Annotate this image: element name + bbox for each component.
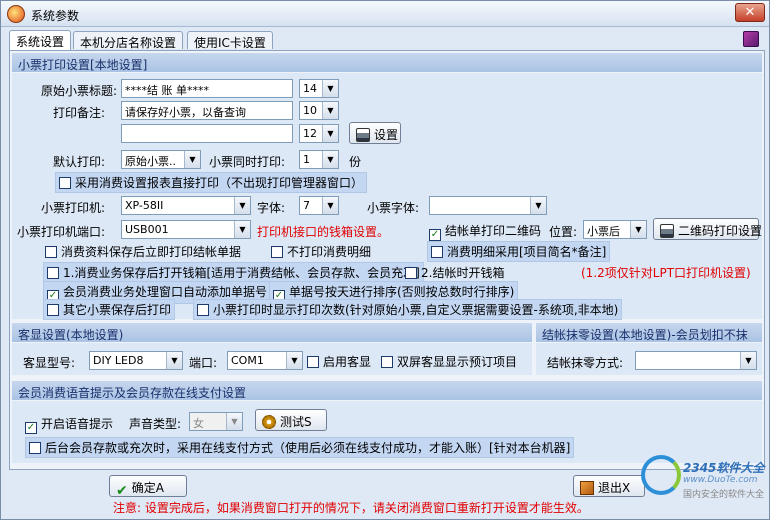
- detail-format-checkbox[interactable]: 消费明细采用[项目简名*备注]: [427, 241, 611, 262]
- printer-icon: [356, 128, 370, 142]
- default-print-select[interactable]: 原始小票.. ▼: [121, 150, 201, 169]
- remark-size-select[interactable]: 10 ▼: [299, 101, 339, 120]
- copies-select[interactable]: 1 ▼: [299, 150, 339, 169]
- app-icon: [7, 5, 25, 23]
- test-button[interactable]: 测试S: [255, 409, 327, 431]
- printer-label: 小票打印机:: [41, 201, 106, 215]
- logo-ring-icon: [641, 455, 681, 495]
- extra-line-size-select[interactable]: 12 ▼: [299, 124, 339, 143]
- other-print-checkbox[interactable]: 其它小票保存后打印: [43, 299, 176, 320]
- ok-button[interactable]: ✔ 确定A: [109, 475, 187, 499]
- rounding-section-header: 结帐抹零设置(本地设置)-会员划扣不抹零: [536, 323, 762, 359]
- dual-display-checkbox[interactable]: 双屏客显显示预订项目: [381, 353, 517, 370]
- original-title-label: 原始小票标题:: [41, 84, 118, 98]
- port-hint: 打印机接口的钱箱设置。: [257, 225, 390, 239]
- qr-position-select[interactable]: 小票后 ▼: [583, 220, 647, 239]
- display-model-select[interactable]: DIY LED8 ▼: [89, 351, 183, 370]
- tab-branch-name[interactable]: 本机分店名称设置: [73, 31, 184, 50]
- check-icon: ✔: [116, 483, 128, 499]
- use-report-settings-checkbox[interactable]: 采用消费设置报表直接打印（不出现打印管理器窗口）: [55, 172, 368, 193]
- original-title-size-select[interactable]: 14 ▼: [299, 79, 339, 98]
- no-detail-checkbox[interactable]: 不打印消费明细: [271, 243, 371, 260]
- open-drawer-checkbox[interactable]: 1.消费业务保存后打开钱箱[适用于消费结帐、会员存款、会员充次]: [43, 262, 424, 283]
- window-title: 系统参数: [31, 9, 80, 23]
- remark-label: 打印备注:: [53, 106, 106, 120]
- lpt-note: (1.2项仅针对LPT口打印机设置): [581, 266, 751, 280]
- display-section-header: 客显设置(本地设置): [12, 323, 532, 342]
- title-bar[interactable]: 系统参数 ✕: [1, 1, 769, 27]
- font-size-select[interactable]: 7 ▼: [299, 196, 339, 215]
- copies-label: 小票同时打印:: [209, 155, 286, 169]
- help-book-icon[interactable]: [743, 31, 759, 47]
- default-print-label: 默认打印:: [53, 155, 106, 169]
- original-title-input[interactable]: ****结 账 单****: [121, 79, 293, 98]
- tab-system-settings[interactable]: 系统设置: [9, 30, 72, 50]
- gear-icon: [262, 415, 276, 429]
- print-count-checkbox[interactable]: 小票打印时显示打印次数(针对原始小票,自定义票据需要设置-系统项,非本地): [193, 299, 623, 320]
- receipt-font-select[interactable]: ▼: [429, 196, 547, 215]
- settings-notice: 注意: 设置完成后，如果消费窗口打开的情况下，请关闭消费窗口重新打开设置才能生效…: [113, 501, 589, 515]
- copies-unit: 份: [349, 155, 362, 169]
- font-size-label: 字体:: [257, 201, 286, 215]
- printer-icon: [660, 224, 674, 238]
- display-port-select[interactable]: COM1 ▼: [227, 351, 303, 370]
- close-button[interactable]: ✕: [735, 3, 765, 22]
- receipt-section-header: 小票打印设置[本地设置]: [12, 53, 762, 72]
- rounding-mode-select[interactable]: ▼: [635, 351, 757, 370]
- rounding-mode-label: 结帐抹零方式:: [547, 356, 624, 370]
- open-drawer-2-checkbox[interactable]: 2.结帐时开钱箱: [405, 264, 504, 281]
- display-model-label: 客显型号:: [23, 356, 76, 370]
- receipt-font-label: 小票字体:: [367, 201, 420, 215]
- exit-button[interactable]: 退出X: [573, 475, 645, 497]
- qr-code-checkbox[interactable]: ✓ 结帐单打印二维码: [429, 222, 541, 241]
- settings-button[interactable]: 设置: [349, 122, 401, 144]
- voice-enable-checkbox[interactable]: ✓ 开启语音提示: [25, 415, 113, 434]
- remark-input[interactable]: 请保存好小票，以备查询: [121, 101, 293, 120]
- watermark-slogan: 国内安全的软件大全: [683, 490, 765, 500]
- watermark-url: www.DuoTe.com: [683, 475, 758, 485]
- port-label: 小票打印机端口:: [17, 225, 106, 239]
- voice-type-select[interactable]: 女 ▼: [189, 412, 243, 431]
- online-pay-checkbox[interactable]: 后台会员存款或充次时，采用在线支付方式（使用后必须在线支付成功，才能入账）[针对…: [25, 437, 575, 458]
- port-select[interactable]: USB001 ▼: [121, 220, 251, 239]
- system-params-window: 系统参数 ✕ 系统设置 本机分店名称设置 使用IC卡设置 小票打印设置[本地设置…: [0, 0, 770, 520]
- watermark-logo: 2345软件大全 www.DuoTe.com 国内安全的软件大全: [641, 451, 765, 501]
- printer-select[interactable]: XP-58II ▼: [121, 196, 251, 215]
- exit-icon: [580, 481, 594, 495]
- extra-line-input[interactable]: [121, 124, 293, 143]
- qr-print-settings-button[interactable]: 二维码打印设置: [653, 218, 762, 240]
- voice-type-label: 声音类型:: [129, 417, 182, 431]
- print-after-save-checkbox[interactable]: 消费资料保存后立即打印结帐单据: [45, 243, 241, 260]
- tab-ic-card[interactable]: 使用IC卡设置: [187, 31, 273, 50]
- qr-position-label: 位置:: [549, 225, 578, 239]
- voice-section-header: 会员消费语音提示及会员存款在线支付设置: [12, 381, 762, 400]
- display-port-label: 端口:: [189, 356, 218, 370]
- watermark-brand: 2345软件大全: [683, 461, 765, 475]
- enable-display-checkbox[interactable]: 启用客显: [307, 353, 371, 370]
